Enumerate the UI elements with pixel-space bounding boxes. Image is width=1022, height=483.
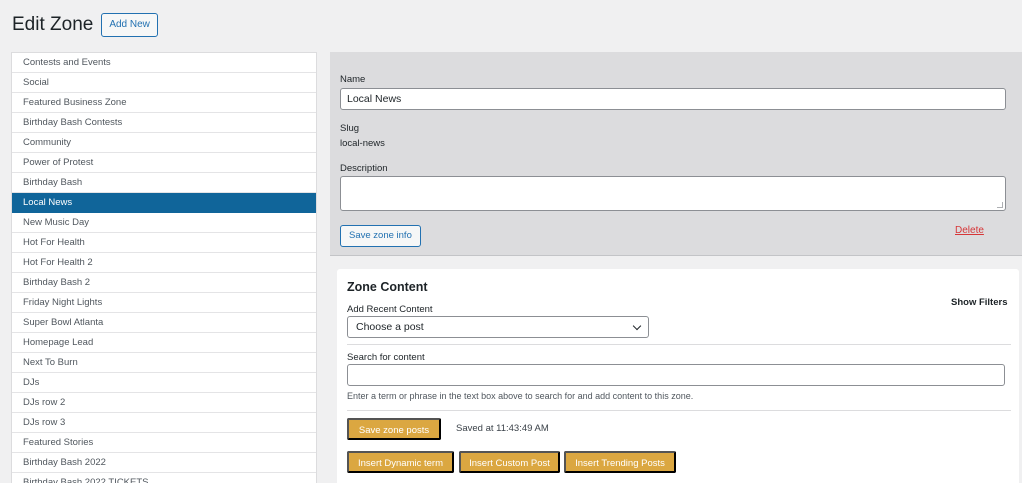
slug-label: Slug: [340, 123, 360, 134]
sidebar-item[interactable]: Birthday Bash 2022 TICKETS: [12, 473, 316, 483]
sidebar-item[interactable]: Hot For Health 2: [12, 253, 316, 273]
zone-info-panel: Name Local News Slug local-news Descript…: [330, 52, 1022, 256]
sidebar-item[interactable]: Social: [12, 73, 316, 93]
recent-content-select[interactable]: Choose a post: [347, 316, 649, 338]
sidebar-item[interactable]: Friday Night Lights: [12, 293, 316, 313]
insert-custom-post-button[interactable]: Insert Custom Post: [459, 451, 560, 473]
save-zone-info-button[interactable]: Save zone info: [340, 225, 421, 247]
insert-dynamic-term-button[interactable]: Insert Dynamic term: [347, 451, 454, 473]
sidebar-item[interactable]: Birthday Bash 2022: [12, 453, 316, 473]
add-new-button[interactable]: Add New: [101, 13, 158, 37]
divider: [347, 344, 1011, 345]
page-header: Edit Zone Add New: [12, 12, 158, 38]
insert-trending-posts-button[interactable]: Insert Trending Posts: [564, 451, 676, 473]
divider: [347, 410, 1011, 411]
description-textarea[interactable]: [340, 176, 1006, 211]
slug-value: local-news: [340, 138, 385, 149]
sidebar-item[interactable]: DJs row 2: [12, 393, 316, 413]
sidebar-item[interactable]: Featured Business Zone: [12, 93, 316, 113]
description-label: Description: [340, 163, 388, 174]
saved-status: Saved at 11:43:49 AM: [456, 423, 549, 434]
resize-grip-icon[interactable]: [997, 202, 1003, 208]
save-zone-posts-button[interactable]: Save zone posts: [347, 418, 441, 440]
sidebar-item[interactable]: Local News: [12, 193, 316, 213]
sidebar-item[interactable]: Community: [12, 133, 316, 153]
sidebar-item[interactable]: Birthday Bash 2: [12, 273, 316, 293]
sidebar-item[interactable]: Hot For Health: [12, 233, 316, 253]
sidebar-item[interactable]: New Music Day: [12, 213, 316, 233]
sidebar-item[interactable]: Contests and Events: [12, 53, 316, 73]
name-input[interactable]: Local News: [340, 88, 1006, 110]
sidebar-item[interactable]: Homepage Lead: [12, 333, 316, 353]
search-label: Search for content: [347, 352, 425, 363]
show-filters-link[interactable]: Show Filters: [951, 297, 1007, 308]
chevron-down-icon: [632, 321, 642, 331]
search-input[interactable]: [347, 364, 1005, 386]
zone-content-title: Zone Content: [347, 280, 428, 294]
sidebar-item[interactable]: DJs row 3: [12, 413, 316, 433]
sidebar-item[interactable]: Featured Stories: [12, 433, 316, 453]
sidebar-item[interactable]: Power of Protest: [12, 153, 316, 173]
sidebar-item[interactable]: Birthday Bash: [12, 173, 316, 193]
recent-content-label: Add Recent Content: [347, 304, 433, 315]
search-help-text: Enter a term or phrase in the text box a…: [347, 391, 694, 401]
zone-list: Contests and Events Social Featured Busine…: [11, 52, 317, 483]
page-title: Edit Zone: [12, 14, 94, 35]
zone-content-panel: Zone Content Show Filters Add Recent Con…: [337, 269, 1019, 483]
recent-content-selected: Choose a post: [356, 321, 424, 333]
sidebar-item[interactable]: Birthday Bash Contests: [12, 113, 316, 133]
sidebar-item[interactable]: DJs: [12, 373, 316, 393]
sidebar-item[interactable]: Next To Burn: [12, 353, 316, 373]
sidebar-item[interactable]: Super Bowl Atlanta: [12, 313, 316, 333]
delete-link[interactable]: Delete: [955, 225, 984, 236]
name-label: Name: [340, 74, 366, 85]
